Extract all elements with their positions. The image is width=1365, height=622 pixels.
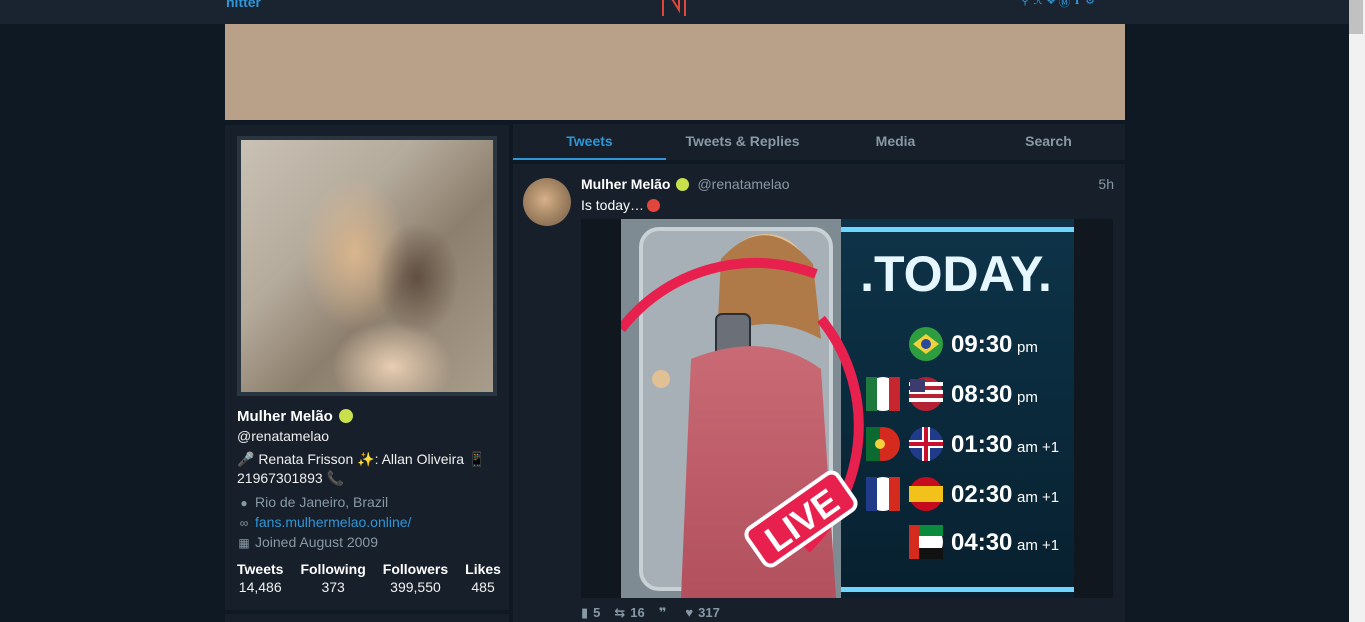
- schedule-time: 01:30: [951, 431, 1012, 458]
- tweet-media-image[interactable]: LIVE .TODAY. 09:30 pm 08:30 pm 01:30 am …: [621, 219, 1074, 598]
- profile-banner[interactable]: [225, 24, 1125, 120]
- schedule-suffix: am +1: [1017, 489, 1059, 506]
- schedule-time: 09:30: [951, 331, 1012, 358]
- schedule-suffix: am +1: [1017, 537, 1059, 554]
- tab-tweets[interactable]: Tweets: [513, 124, 666, 160]
- bio-line: 21967301893 📞: [237, 470, 344, 486]
- profile-stats: Tweets 14,486 Following 373 Followers 399,5…: [237, 561, 501, 595]
- retweet-icon: ⇆: [614, 605, 626, 620]
- nitter-logo-icon[interactable]: [660, 0, 688, 16]
- schedule-suffix: am +1: [1017, 439, 1059, 456]
- rss-icon[interactable]: ℛ: [1033, 0, 1043, 10]
- schedule-time: 04:30: [951, 529, 1012, 556]
- profile-avatar-image: [241, 140, 493, 392]
- tweet-card[interactable]: Mulher Melão @renatamelao 5h Is today… L…: [513, 164, 1125, 622]
- stat-likes[interactable]: Likes 485: [465, 561, 501, 595]
- schedule-suffix: pm: [1017, 339, 1038, 356]
- smiling-devil-emoji-icon: [647, 199, 661, 212]
- top-navbar: nitter ⚲ ℛ ❖ Ⓜ ℹ ⚙: [0, 0, 1349, 24]
- scrollbar[interactable]: [1349, 0, 1365, 622]
- profile-handle[interactable]: @renatamelao: [237, 428, 329, 444]
- twitter-icon[interactable]: ❖: [1046, 0, 1056, 10]
- tweet-author-name[interactable]: Mulher Melão: [581, 176, 670, 192]
- location-pin-icon: ●: [240, 496, 248, 510]
- bio-line: 🎤 Renata Frisson ✨: Allan Oliveira 📱: [237, 451, 486, 467]
- profile-name[interactable]: Mulher Melão: [237, 408, 353, 425]
- schedule-time: 08:30: [951, 381, 1012, 408]
- stat-following[interactable]: Following 373: [300, 561, 365, 595]
- profile-bio: 🎤 Renata Frisson ✨: Allan Oliveira 📱 219…: [237, 450, 499, 488]
- tweet-timestamp[interactable]: 5h: [1098, 176, 1114, 192]
- profile-joined: ▦ Joined August 2009: [238, 534, 378, 550]
- profile-name-text: Mulher Melão: [237, 408, 333, 425]
- photo-rail-panel: [225, 614, 509, 622]
- quote-icon: ❞: [658, 605, 667, 620]
- scrollbar-thumb[interactable]: [1349, 0, 1363, 34]
- tweet-avatar[interactable]: [523, 178, 571, 226]
- melon-emoji-icon: [676, 178, 690, 191]
- settings-icon[interactable]: ⚙: [1085, 0, 1095, 10]
- tweet-text: Is today…: [581, 197, 661, 213]
- tweet-author: Mulher Melão @renatamelao: [581, 176, 790, 192]
- retweet-stat[interactable]: ⇆ 16: [614, 605, 644, 621]
- stat-tweets[interactable]: Tweets 14,486: [237, 561, 283, 595]
- info-icon[interactable]: ℹ: [1072, 0, 1082, 10]
- tweet-text-content: Is today…: [581, 197, 645, 213]
- quote-stat[interactable]: ❞: [659, 605, 672, 621]
- melon-emoji-icon: [338, 409, 353, 423]
- profile-website: ∞ fans.mulhermelao.online/: [237, 514, 412, 530]
- link-icon: ∞: [239, 516, 249, 530]
- brand-link[interactable]: nitter: [226, 0, 261, 10]
- pinterest-icon[interactable]: Ⓜ: [1059, 0, 1070, 10]
- tweet-author-handle[interactable]: @renatamelao: [697, 176, 789, 192]
- like-stat[interactable]: ♥ 317: [685, 605, 719, 621]
- tab-tweets-replies[interactable]: Tweets & Replies: [666, 124, 819, 160]
- profile-location: ● Rio de Janeiro, Brazil: [237, 494, 388, 510]
- profile-card: Mulher Melão @renatamelao 🎤 Renata Friss…: [225, 125, 509, 610]
- timeline-tabs: Tweets Tweets & Replies Media Search: [513, 124, 1125, 160]
- tab-media[interactable]: Media: [819, 124, 972, 160]
- media-headline: .TODAY.: [860, 246, 1052, 302]
- search-icon[interactable]: ⚲: [1020, 0, 1030, 10]
- calendar-icon: ▦: [238, 536, 250, 550]
- schedule-suffix: pm: [1017, 389, 1038, 406]
- tweet-media-container: LIVE .TODAY. 09:30 pm 08:30 pm 01:30 am …: [581, 219, 1113, 598]
- comment-icon: ▮: [581, 605, 589, 620]
- heart-icon: ♥: [685, 605, 694, 620]
- website-link[interactable]: fans.mulhermelao.online/: [255, 514, 411, 530]
- schedule-time: 02:30: [951, 481, 1012, 508]
- profile-avatar[interactable]: [237, 136, 497, 396]
- stat-followers[interactable]: Followers 399,550: [383, 561, 448, 595]
- tab-search[interactable]: Search: [972, 124, 1125, 160]
- tweet-actions: ▮ 5 ⇆ 16 ❞ ♥ 317: [581, 605, 720, 621]
- reply-stat[interactable]: ▮ 5: [581, 605, 600, 621]
- media-graphic: LIVE .TODAY. 09:30 pm 08:30 pm 01:30 am …: [621, 219, 1074, 598]
